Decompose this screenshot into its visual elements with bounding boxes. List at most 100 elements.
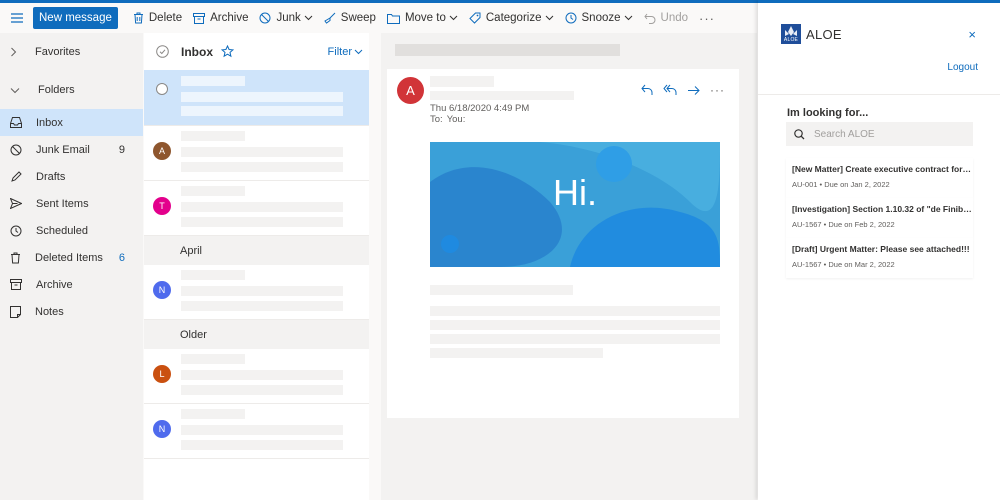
folder-pane: Favorites Folders Inbox Junk Email 9 Dra… xyxy=(0,33,143,500)
subject-placeholder xyxy=(181,370,343,380)
subject-placeholder xyxy=(181,92,343,102)
avatar: N xyxy=(153,281,171,299)
delete-button[interactable]: Delete xyxy=(133,3,182,33)
archive-icon xyxy=(193,12,206,24)
archive-label: Archive xyxy=(210,12,249,24)
reading-pane: A Thu 6/18/2020 4:49 PM To: You: ··· Hi. xyxy=(381,33,757,500)
folder-icon xyxy=(386,13,400,24)
favorites-label: Favorites xyxy=(35,46,81,58)
list-item[interactable]: L xyxy=(144,349,369,404)
avatar: L xyxy=(153,365,171,383)
sidebar-item-junk-email[interactable]: Junk Email 9 xyxy=(0,136,143,163)
sidebar-item-drafts[interactable]: Drafts xyxy=(0,163,143,190)
sender-email-placeholder xyxy=(430,91,574,100)
favorites-group[interactable]: Favorites xyxy=(0,33,143,71)
message-date: Thu 6/18/2020 4:49 PM xyxy=(430,103,530,114)
sweep-label: Sweep xyxy=(340,12,376,24)
to-label: To: xyxy=(430,114,443,125)
sidebar-item-label: Drafts xyxy=(36,170,66,183)
list-item[interactable]: [New Matter] Create executive contract f… xyxy=(786,158,973,198)
matter-title: [Investigation] Section 1.10.32 of "de F… xyxy=(792,204,973,214)
junk-button[interactable]: Junk xyxy=(259,3,313,33)
sender-placeholder xyxy=(181,409,245,419)
list-title: Inbox xyxy=(181,44,213,59)
unread-count: 9 xyxy=(118,143,125,156)
pane-accent-bar xyxy=(758,0,1000,3)
list-item[interactable]: N xyxy=(144,265,369,320)
avatar: N xyxy=(153,420,171,438)
star-icon[interactable] xyxy=(221,45,234,58)
sender-avatar: A xyxy=(397,77,424,104)
to-value: You: xyxy=(446,114,466,125)
select-all-checkbox-icon[interactable] xyxy=(156,45,169,58)
search-icon xyxy=(794,128,805,139)
inbox-icon xyxy=(10,117,22,128)
matter-meta: AU-1567 • Due on Mar 2, 2022 xyxy=(792,260,895,269)
preview-placeholder xyxy=(181,440,343,450)
sidebar-item-label: Junk Email xyxy=(36,143,90,156)
sweep-button[interactable]: Sweep xyxy=(324,3,376,33)
sidebar-item-sent-items[interactable]: Sent Items xyxy=(0,190,143,217)
list-item[interactable]: [Draft] Urgent Matter: Please see attach… xyxy=(786,238,973,278)
section-header-april: April xyxy=(144,236,369,265)
sender-placeholder xyxy=(181,131,245,141)
list-item[interactable]: N xyxy=(144,404,369,459)
logout-link[interactable]: Logout xyxy=(947,62,978,73)
sidebar-item-label: Notes xyxy=(35,305,64,318)
search-heading: Im looking for... xyxy=(787,107,869,119)
archive-button[interactable]: Archive xyxy=(193,3,248,33)
list-item[interactable]: A xyxy=(144,126,369,181)
list-item[interactable]: T xyxy=(144,181,369,236)
new-message-button[interactable]: New message xyxy=(33,7,118,29)
trash-icon xyxy=(133,12,143,24)
more-message-actions-button[interactable]: ··· xyxy=(710,83,725,97)
junk-label: Junk xyxy=(276,12,301,24)
folders-group[interactable]: Folders xyxy=(0,71,143,109)
list-item[interactable]: [Investigation] Section 1.10.32 of "de F… xyxy=(786,198,973,238)
close-pane-button[interactable]: × xyxy=(968,27,976,42)
junk-icon xyxy=(10,144,22,155)
more-actions-button[interactable]: ··· xyxy=(699,3,715,33)
undo-icon xyxy=(643,13,656,24)
categorize-button[interactable]: Categorize xyxy=(469,3,554,33)
sidebar-item-notes[interactable]: Notes xyxy=(0,298,143,325)
filter-button[interactable]: Filter xyxy=(328,46,363,58)
command-bar: New message Delete Archive Junk Sweep Mo… xyxy=(0,3,758,33)
undo-button[interactable]: Undo xyxy=(643,3,689,33)
sidebar-item-archive[interactable]: Archive xyxy=(0,271,143,298)
hi-banner-image: Hi. xyxy=(430,142,720,267)
list-item[interactable] xyxy=(144,70,369,126)
preview-placeholder xyxy=(181,217,343,227)
body-line-placeholder xyxy=(430,348,603,358)
avatar: A xyxy=(153,142,171,160)
snooze-button[interactable]: Snooze xyxy=(565,3,633,33)
reply-all-button[interactable] xyxy=(663,84,677,96)
search-input[interactable] xyxy=(814,128,964,140)
divider xyxy=(758,94,1000,95)
note-icon xyxy=(10,305,21,318)
body-line-placeholder xyxy=(430,306,720,316)
hamburger-menu-button[interactable] xyxy=(2,3,32,33)
chevron-right-icon xyxy=(11,47,17,57)
categorize-label: Categorize xyxy=(485,12,542,24)
subject-placeholder xyxy=(181,202,343,212)
aloe-search-box[interactable] xyxy=(786,122,973,146)
message-list-header: Inbox Filter xyxy=(144,33,369,70)
sidebar-item-deleted-items[interactable]: Deleted Items 6 xyxy=(0,244,143,271)
select-radio[interactable] xyxy=(156,83,168,95)
send-icon xyxy=(10,198,22,209)
undo-label: Undo xyxy=(660,12,689,24)
body-line-placeholder xyxy=(430,334,720,344)
banner-text: Hi. xyxy=(553,172,597,213)
section-header-older: Older xyxy=(144,320,369,349)
move-to-button[interactable]: Move to xyxy=(386,3,458,33)
move-to-label: Move to xyxy=(404,12,446,24)
sidebar-item-label: Scheduled xyxy=(36,224,88,237)
recipients: To: You: xyxy=(430,114,465,125)
sidebar-item-scheduled[interactable]: Scheduled xyxy=(0,217,143,244)
body-line-placeholder xyxy=(430,320,720,330)
body-heading-placeholder xyxy=(430,285,573,295)
sidebar-item-inbox[interactable]: Inbox xyxy=(0,109,143,136)
forward-button[interactable] xyxy=(687,85,700,96)
reply-button[interactable] xyxy=(641,84,653,96)
